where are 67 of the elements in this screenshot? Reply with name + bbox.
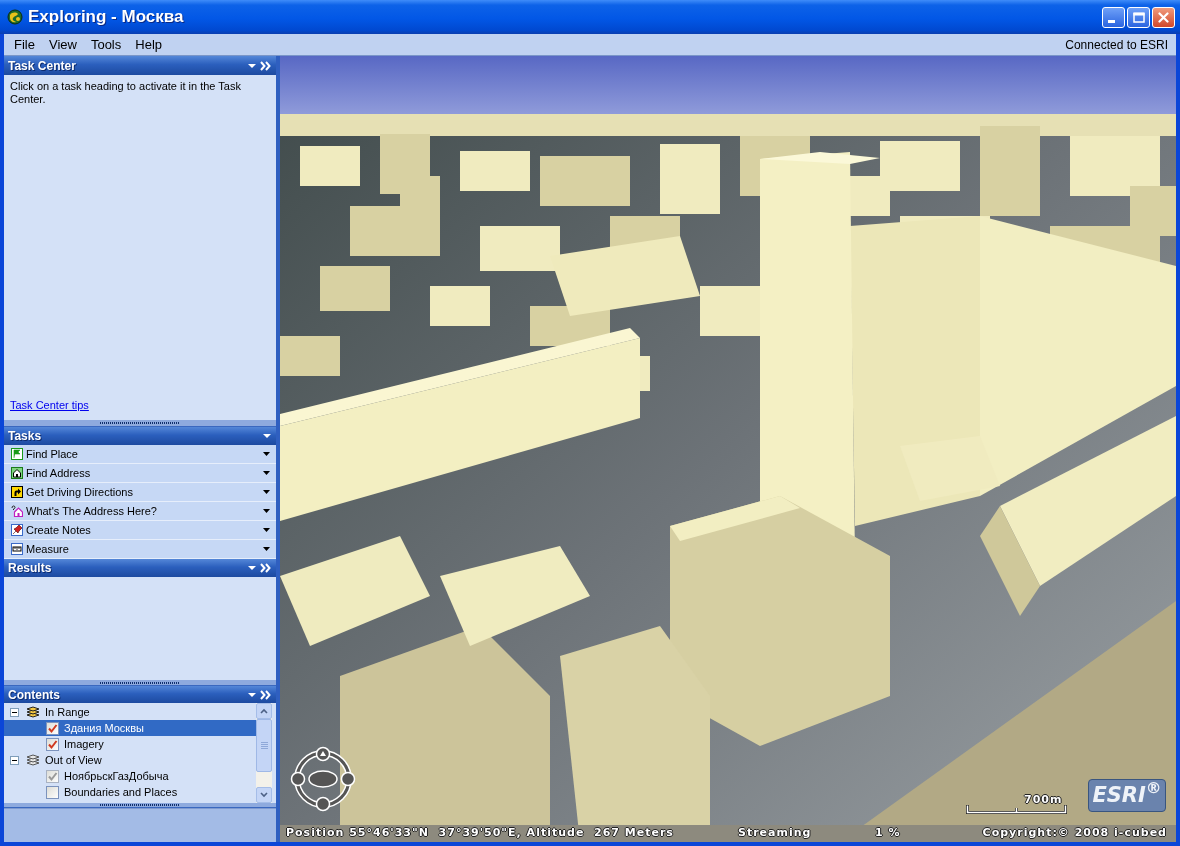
scale-label: 700m [1024, 792, 1063, 808]
house-icon [11, 467, 23, 479]
globe-icon [7, 9, 23, 25]
panel-title: Tasks [8, 428, 42, 445]
scrollbar[interactable] [256, 703, 272, 803]
minimize-icon [1108, 19, 1115, 23]
double-chevron-icon[interactable] [260, 60, 271, 71]
panel-title: Results [8, 560, 52, 577]
caret-icon[interactable] [248, 566, 256, 570]
caret-icon [263, 471, 270, 475]
task-item[interactable]: Find Address [4, 464, 276, 483]
caret-icon [263, 452, 270, 456]
menu-item[interactable]: Tools [83, 34, 129, 55]
scroll-up-button[interactable] [256, 703, 272, 719]
splitter-handle[interactable] [4, 420, 276, 427]
ruler-icon [11, 543, 23, 555]
tree-item[interactable]: In Range [4, 704, 256, 720]
scale-bar-icon [966, 805, 1067, 814]
menu-item[interactable]: File [7, 34, 42, 55]
caret-icon[interactable] [263, 434, 271, 438]
task-item[interactable]: Create Notes [4, 521, 276, 540]
caret-icon[interactable] [248, 63, 256, 68]
turn-arrow-icon [11, 486, 23, 498]
flag-icon [11, 448, 23, 460]
double-chevron-icon[interactable] [260, 689, 271, 700]
caret-icon[interactable] [248, 692, 256, 697]
close-button[interactable] [1152, 6, 1175, 28]
task-item[interactable]: Measure [4, 540, 276, 559]
panel-title: Task Center [8, 57, 76, 75]
minus-box-icon[interactable] [10, 707, 19, 717]
chevron-down-icon [260, 792, 268, 798]
tree-item[interactable]: Здания Москвы [4, 720, 256, 736]
progress-readout: 1 % [875, 825, 901, 842]
tips-link[interactable]: Task Center tips [10, 396, 89, 413]
scrollbar-thumb[interactable] [256, 719, 272, 772]
close-icon [1158, 11, 1169, 23]
task-item[interactable]: Find Place [4, 445, 276, 464]
panel-title: Contents [8, 686, 60, 704]
task-item[interactable]: Get Driving Directions [4, 483, 276, 502]
house-question-icon [11, 505, 23, 517]
task-center-description: Click on a task heading to activate it in the Task Center. [10, 80, 242, 106]
chevron-up-icon [260, 708, 268, 714]
double-chevron-icon[interactable] [260, 563, 271, 573]
caret-icon [263, 509, 270, 513]
caret-icon [263, 528, 270, 532]
splitter-handle[interactable] [4, 680, 276, 686]
pushpin-icon [11, 524, 23, 536]
copyright-text: Copyright:© 2008 i-cubed [982, 825, 1167, 842]
window-title: Exploring - Москва [28, 6, 184, 29]
position-readout: Position 55°46'33"N 37°39'50"E, Altitude 267 Meters [286, 825, 675, 842]
checkbox[interactable] [46, 737, 59, 751]
maximize-icon [1132, 11, 1145, 23]
navigation-ring-icon[interactable] [290, 746, 356, 812]
menu-item[interactable]: View [41, 34, 84, 55]
logo: ESRI$^{®}$ [1088, 779, 1166, 812]
menu-item[interactable]: Help [128, 34, 169, 55]
scroll-down-button[interactable] [256, 787, 272, 803]
connection-status: Connected to ESRI [1065, 36, 1168, 54]
streaming-status: Streaming [738, 825, 813, 842]
minimize-button[interactable] [1102, 6, 1125, 28]
checkbox[interactable] [46, 721, 59, 735]
tree-item[interactable]: Imagery [4, 736, 256, 752]
maximize-button[interactable] [1127, 6, 1150, 28]
caret-icon [263, 547, 270, 551]
task-item[interactable]: What's The Address Here? [4, 502, 276, 521]
caret-icon [263, 490, 270, 494]
splitter-handle[interactable] [4, 803, 276, 808]
